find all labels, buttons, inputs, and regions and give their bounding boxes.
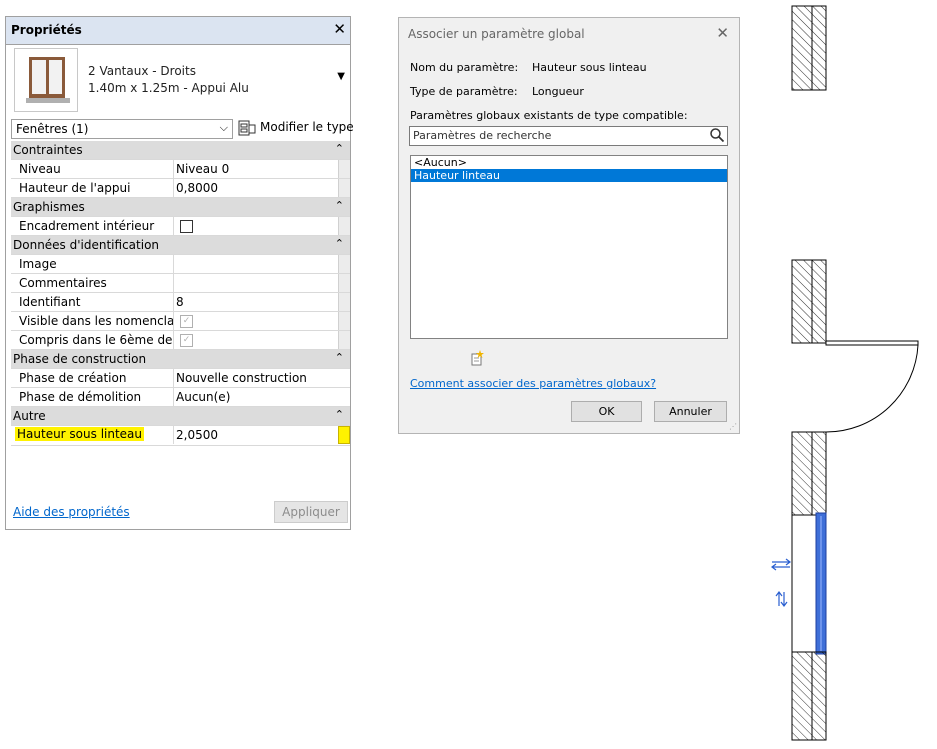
property-name: Phase de création: [19, 371, 127, 385]
property-name: Niveau: [19, 162, 61, 176]
global-params-list[interactable]: <Aucun> Hauteur linteau: [410, 155, 728, 339]
property-row[interactable]: Compris dans le 6ème de vi... ✓: [11, 331, 350, 350]
edit-type-label: Modifier le type: [260, 120, 354, 134]
param-name-value: Hauteur sous linteau: [532, 61, 647, 74]
wall-segment-upper[interactable]: [791, 259, 827, 344]
wall-segment-top[interactable]: [791, 5, 827, 91]
collapse-icon[interactable]: ⌃: [335, 237, 344, 250]
param-button[interactable]: [338, 255, 350, 273]
param-button[interactable]: [338, 312, 350, 330]
property-name: Encadrement intérieur: [19, 219, 155, 233]
param-button[interactable]: [338, 293, 350, 311]
property-row-lintel-height[interactable]: Hauteur sous linteau 2,0500: [11, 426, 350, 446]
cancel-button[interactable]: Annuler: [654, 401, 727, 422]
property-name: Commentaires: [19, 276, 107, 290]
param-button[interactable]: [338, 331, 350, 349]
instance-filter-select[interactable]: Fenêtres (1) ⌵: [11, 119, 233, 139]
category-other[interactable]: Autre ⌃: [11, 407, 350, 426]
list-item-selected[interactable]: Hauteur linteau: [411, 169, 727, 182]
param-button[interactable]: [338, 179, 350, 197]
param-button[interactable]: [338, 160, 350, 178]
category-label: Données d'identification: [13, 238, 160, 252]
dialog-title: Associer un paramètre global: [408, 27, 585, 41]
property-value[interactable]: 8: [176, 295, 184, 309]
wall-segment-middle[interactable]: [791, 431, 827, 516]
existing-params-label: Paramètres globaux existants de type com…: [410, 109, 688, 122]
instance-filter-value: Fenêtres (1): [16, 122, 89, 136]
dialog-help-link[interactable]: Comment associer des paramètres globaux?: [410, 377, 656, 390]
collapse-icon[interactable]: ⌃: [335, 142, 344, 155]
search-placeholder: Paramètres de recherche: [413, 129, 552, 142]
property-name: Compris dans le 6ème de vi...: [19, 333, 174, 347]
property-name: Hauteur de l'appui: [19, 181, 131, 195]
category-phasing[interactable]: Phase de construction ⌃: [11, 350, 350, 369]
property-row[interactable]: Niveau Niveau 0: [11, 160, 350, 179]
category-label: Autre: [13, 409, 46, 423]
type-dropdown-icon[interactable]: ▼: [337, 71, 345, 82]
sixth-checkbox: ✓: [180, 334, 193, 347]
collapse-icon[interactable]: ⌃: [335, 199, 344, 212]
search-icon[interactable]: [709, 127, 725, 143]
category-graphics[interactable]: Graphismes ⌃: [11, 198, 350, 217]
collapse-icon[interactable]: ⌃: [335, 351, 344, 364]
category-label: Phase de construction: [13, 352, 147, 366]
apply-button[interactable]: Appliquer: [274, 501, 348, 523]
search-input[interactable]: Paramètres de recherche: [409, 126, 728, 146]
type-selector[interactable]: 2 Vantaux - Droits 1.40m x 1.25m - Appui…: [11, 45, 349, 115]
property-value[interactable]: 0,8000: [176, 181, 218, 195]
properties-grid: Contraintes ⌃ Niveau Niveau 0 Hauteur de…: [11, 141, 350, 446]
category-label: Contraintes: [13, 143, 83, 157]
properties-header: Propriétés ✕: [6, 17, 350, 45]
property-value[interactable]: Niveau 0: [176, 162, 229, 176]
property-name: Phase de démolition: [19, 390, 142, 404]
property-name-highlighted: Hauteur sous linteau: [15, 427, 145, 441]
property-name: Image: [19, 257, 57, 271]
property-value[interactable]: Nouvelle construction: [176, 371, 307, 385]
list-item[interactable]: <Aucun>: [411, 156, 727, 169]
property-row[interactable]: Identifiant 8: [11, 293, 350, 312]
param-button[interactable]: [338, 217, 350, 235]
param-type-value: Longueur: [532, 85, 584, 98]
new-global-parameter-icon[interactable]: [469, 350, 485, 366]
category-constraints[interactable]: Contraintes ⌃: [11, 141, 350, 160]
properties-panel: Propriétés ✕ 2 Vantaux - Droits 1.40m x …: [5, 16, 354, 530]
property-row[interactable]: Phase de création Nouvelle construction: [11, 369, 350, 388]
associate-global-param-button[interactable]: [338, 426, 350, 444]
param-button[interactable]: [338, 274, 350, 292]
type-name-line1: 2 Vantaux - Droits: [88, 64, 196, 78]
property-row[interactable]: Phase de démolition Aucun(e): [11, 388, 350, 407]
type-name-line2: 1.40m x 1.25m - Appui Alu: [88, 81, 249, 95]
window-thumbnail: [14, 48, 78, 112]
param-name-label: Nom du paramètre:: [410, 61, 519, 74]
close-icon[interactable]: ✕: [716, 24, 729, 42]
property-row[interactable]: Commentaires: [11, 274, 350, 293]
associate-global-parameter-dialog: Associer un paramètre global ✕ Nom du pa…: [398, 17, 740, 434]
wall-segment-bottom[interactable]: [791, 651, 827, 741]
resize-grip-icon[interactable]: ⋰: [729, 422, 737, 431]
ok-button[interactable]: OK: [571, 401, 642, 422]
flip-controls-icon[interactable]: [771, 558, 791, 607]
property-row[interactable]: Image: [11, 255, 350, 274]
interior-frame-checkbox[interactable]: [180, 220, 193, 233]
door-element[interactable]: [825, 340, 919, 433]
category-label: Graphismes: [13, 200, 85, 214]
floor-plan-view[interactable]: [760, 0, 937, 749]
property-value[interactable]: 2,0500: [176, 428, 218, 442]
chevron-down-icon[interactable]: ⌵: [220, 121, 228, 135]
param-type-label: Type de paramètre:: [410, 85, 518, 98]
property-name: Visible dans les nomenclat...: [19, 314, 174, 328]
selected-window[interactable]: [791, 512, 827, 655]
close-icon[interactable]: ✕: [333, 20, 346, 38]
edit-type-icon: [238, 120, 256, 136]
properties-title: Propriétés: [11, 23, 82, 37]
property-row[interactable]: Encadrement intérieur: [11, 217, 350, 236]
property-name: Identifiant: [19, 295, 81, 309]
category-identity-data[interactable]: Données d'identification ⌃: [11, 236, 350, 255]
property-row[interactable]: Hauteur de l'appui 0,8000: [11, 179, 350, 198]
property-value[interactable]: Aucun(e): [176, 390, 230, 404]
property-row[interactable]: Visible dans les nomenclat... ✓: [11, 312, 350, 331]
collapse-icon[interactable]: ⌃: [335, 408, 344, 421]
properties-help-link[interactable]: Aide des propriétés: [13, 505, 130, 519]
visible-schedules-checkbox: ✓: [180, 315, 193, 328]
